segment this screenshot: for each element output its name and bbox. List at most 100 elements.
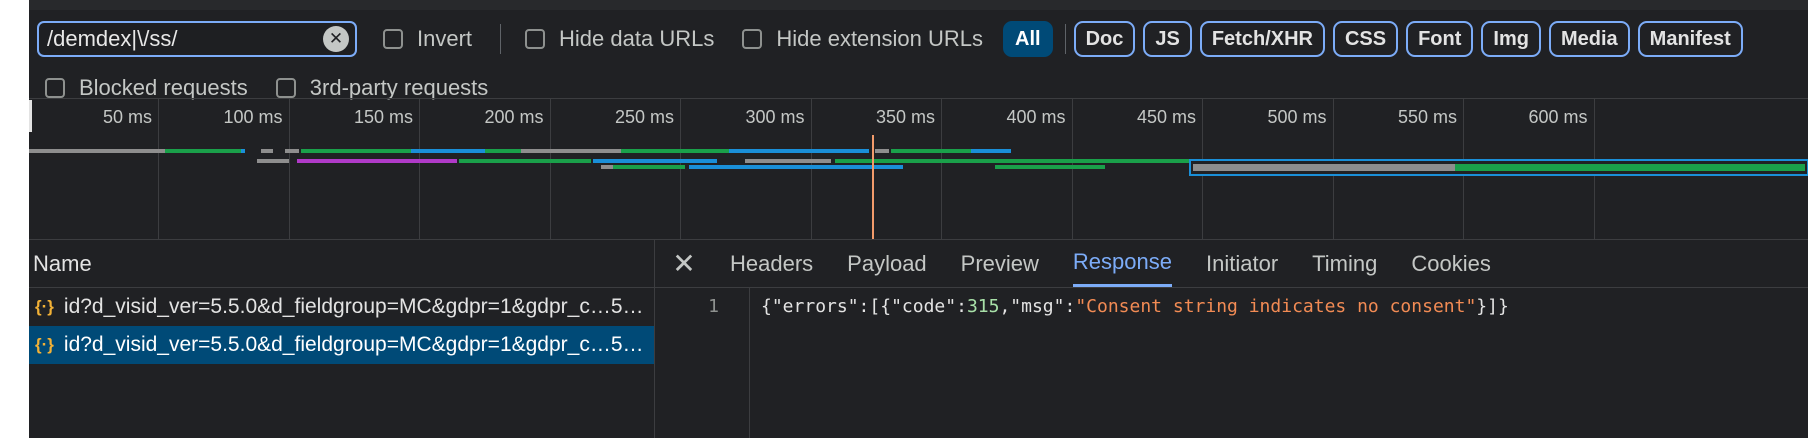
name-column-header[interactable]: Name [29, 240, 654, 288]
type-filter-all[interactable]: All [1003, 21, 1053, 57]
type-filter-doc[interactable]: Doc [1073, 21, 1136, 57]
timeline-gridline [288, 99, 290, 240]
filter-input-value[interactable]: /demdex|\/ss/ [47, 26, 323, 52]
type-filter-css[interactable]: CSS [1332, 21, 1399, 57]
tab-initiator[interactable]: Initiator [1206, 240, 1278, 287]
hide-extension-urls-checkbox[interactable]: Hide extension URLs [742, 26, 983, 52]
timeline-tick-label: 300 ms [745, 107, 805, 127]
timeline-gridline [549, 99, 551, 240]
timeline-cursor[interactable] [29, 100, 32, 132]
timeline-request-bar [261, 149, 273, 153]
json-icon: {·} [35, 335, 54, 354]
response-body[interactable]: {"errors":[{"code":315,"msg":"Consent st… [761, 296, 1509, 317]
checkbox-box[interactable] [275, 78, 296, 98]
code-string: "Consent string indicates no consent" [1075, 296, 1477, 317]
tab-timing[interactable]: Timing [1312, 240, 1377, 287]
timeline-request-bar [971, 149, 1011, 153]
timeline-request-bar [745, 159, 831, 163]
timeline-tick-label: 100 ms [223, 107, 283, 127]
timeline-request-bar [257, 159, 289, 163]
type-filter-js[interactable]: JS [1143, 21, 1192, 57]
hide-data-urls-checkbox[interactable]: Hide data URLs [525, 26, 714, 52]
timeline-tick-label: 250 ms [614, 107, 674, 127]
dom-content-loaded-marker [872, 135, 874, 239]
code-key: "msg" [1010, 296, 1065, 317]
timeline-gridline [810, 99, 812, 240]
timeline-request-bar [891, 149, 971, 153]
timeline-request-bar [521, 149, 621, 153]
clear-filter-icon[interactable]: ✕ [323, 26, 349, 52]
divider [500, 24, 502, 54]
json-icon: {·} [35, 297, 54, 316]
invert-label: Invert [417, 26, 473, 51]
code-punct: }]} [1476, 296, 1509, 317]
type-filter-fetch-xhr[interactable]: Fetch/XHR [1199, 21, 1325, 57]
timeline-request-bar [621, 149, 729, 153]
line-number: 1 [708, 296, 719, 317]
timeline-request-bar [297, 159, 457, 163]
timeline-request-bar [613, 165, 685, 169]
timeline-tick-label: 400 ms [1006, 107, 1066, 127]
filter-bar: /demdex|\/ss/ ✕ Invert Hide data URLs Hi… [37, 18, 1751, 60]
timeline-request-bar [301, 149, 411, 153]
tab-preview[interactable]: Preview [961, 240, 1039, 287]
timeline-request-bar [459, 159, 591, 163]
tab-headers[interactable]: Headers [730, 240, 813, 287]
timeline-request-bar [285, 149, 299, 153]
detail-tabs: ✕ Headers Payload Preview Response Initi… [655, 240, 1808, 288]
timeline-gridline [1071, 99, 1073, 240]
request-detail: ✕ Headers Payload Preview Response Initi… [655, 240, 1808, 438]
code-punct: : [956, 296, 967, 317]
requests-area: Name {·} id?d_visid_ver=5.5.0&d_fieldgro… [29, 239, 1808, 438]
selected-request-bar[interactable] [1189, 159, 1808, 176]
timeline-tick-label: 550 ms [1397, 107, 1457, 127]
checkbox-box[interactable] [525, 29, 546, 49]
type-filter-img[interactable]: Img [1481, 21, 1541, 57]
type-filter-font[interactable]: Font [1406, 21, 1474, 57]
close-icon[interactable]: ✕ [655, 247, 713, 280]
timeline-request-bar [485, 149, 521, 153]
type-filter-manifest[interactable]: Manifest [1637, 21, 1743, 57]
checkbox-box[interactable] [45, 78, 65, 98]
type-filter-media[interactable]: Media [1548, 21, 1630, 57]
bar-waiting-segment [1193, 164, 1455, 171]
request-row-selected[interactable]: {·} id?d_visid_ver=5.5.0&d_fieldgroup=MC… [29, 326, 654, 364]
checkbox-box[interactable] [742, 29, 763, 49]
timeline-gridline [158, 99, 159, 240]
timeline-gridline [941, 99, 942, 240]
timeline-tick-label: 500 ms [1267, 107, 1327, 127]
divider [1064, 24, 1066, 54]
timeline-request-bar [875, 149, 889, 153]
filter-input[interactable]: /demdex|\/ss/ ✕ [37, 21, 357, 57]
timeline-request-bar [729, 149, 869, 153]
timeline-request-bar [995, 165, 1105, 169]
bar-download-segment [1455, 164, 1805, 171]
tab-response[interactable]: Response [1072, 240, 1172, 287]
code-number: 315 [966, 296, 1000, 317]
timeline-tick-label: 50 ms [102, 107, 152, 127]
request-row[interactable]: {·} id?d_visid_ver=5.5.0&d_fieldgroup=MC… [29, 288, 654, 326]
code-punct: : [1064, 296, 1076, 317]
timeline-request-bar [593, 159, 717, 163]
timeline-gridline [680, 99, 681, 240]
checkbox-box[interactable] [383, 29, 403, 49]
code-punct: , [999, 296, 1011, 317]
timeline-request-bar [165, 149, 241, 153]
code-punct: :[{ [858, 296, 892, 317]
timeline-tick-label: 600 ms [1528, 107, 1588, 127]
page-edge [0, 0, 29, 438]
code-punct: { [761, 296, 772, 317]
timeline-request-bar [411, 149, 485, 153]
line-number-gutter: 1 [655, 288, 750, 438]
timeline-request-bar [241, 149, 245, 153]
invert-checkbox[interactable]: Invert [383, 26, 472, 52]
tab-payload[interactable]: Payload [847, 240, 927, 287]
timeline-tick-label: 450 ms [1136, 107, 1196, 127]
request-name: id?d_visid_ver=5.5.0&d_fieldgroup=MC&gdp… [63, 333, 644, 356]
timeline-tick-label: 200 ms [484, 107, 544, 127]
timeline-tick-label: 150 ms [353, 107, 413, 127]
network-overview-timeline[interactable]: 50 ms 100 ms 150 ms 200 ms 250 ms 300 ms 350 m… [29, 98, 1808, 240]
timeline-request-bar [689, 165, 903, 169]
timeline-gridline [419, 99, 420, 240]
tab-cookies[interactable]: Cookies [1411, 240, 1490, 287]
